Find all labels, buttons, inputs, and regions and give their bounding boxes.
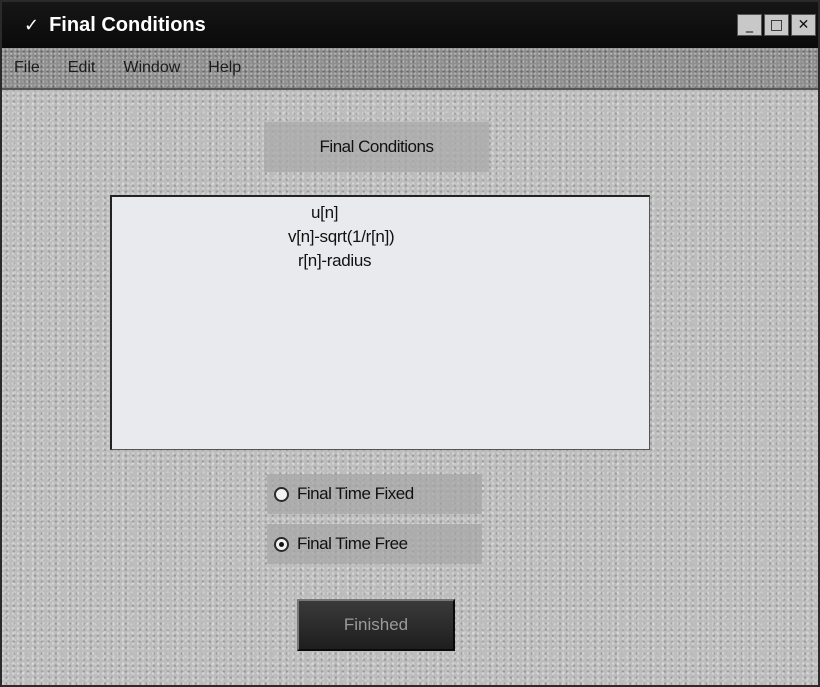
- radio-final-time-free[interactable]: Final Time Free: [267, 524, 482, 564]
- section-heading-box: Final Conditions: [264, 122, 489, 172]
- minimize-button[interactable]: _: [737, 14, 762, 36]
- title-bar[interactable]: ✓ Final Conditions _ □ ✕: [2, 2, 818, 48]
- radio-label: Final Time Free: [297, 534, 408, 553]
- menu-item-window[interactable]: Window: [123, 59, 180, 77]
- final-conditions-window: ✓ Final Conditions _ □ ✕ File Edit Windo…: [0, 0, 820, 687]
- menu-item-help[interactable]: Help: [208, 59, 241, 77]
- condition-line: r[n]-radius: [298, 251, 372, 270]
- radio-final-time-fixed[interactable]: Final Time Fixed: [267, 474, 482, 514]
- menu-item-edit[interactable]: Edit: [68, 59, 96, 77]
- menu-bar: File Edit Window Help: [2, 48, 818, 90]
- radio-button-unchecked[interactable]: [274, 486, 289, 502]
- conditions-listbox[interactable]: u[n] v[n]-sqrt(1/r[n]) r[n]-radius: [110, 195, 650, 450]
- checkmark-icon: ✓: [24, 14, 40, 36]
- menu-item-file[interactable]: File: [14, 59, 40, 77]
- radio-label: Final Time Fixed: [297, 484, 414, 503]
- window-title: Final Conditions: [49, 13, 206, 36]
- radio-button-checked[interactable]: [274, 536, 289, 552]
- condition-line: u[n]: [311, 203, 339, 222]
- maximize-button[interactable]: □: [764, 14, 789, 36]
- condition-line: v[n]-sqrt(1/r[n]): [288, 227, 395, 246]
- window-controls: _ □ ✕: [737, 14, 816, 36]
- section-heading: Final Conditions: [319, 137, 434, 156]
- finished-button[interactable]: Finished: [297, 599, 455, 651]
- close-button[interactable]: ✕: [791, 14, 816, 36]
- final-time-radio-group: Final Time Fixed Final Time Free: [267, 474, 482, 574]
